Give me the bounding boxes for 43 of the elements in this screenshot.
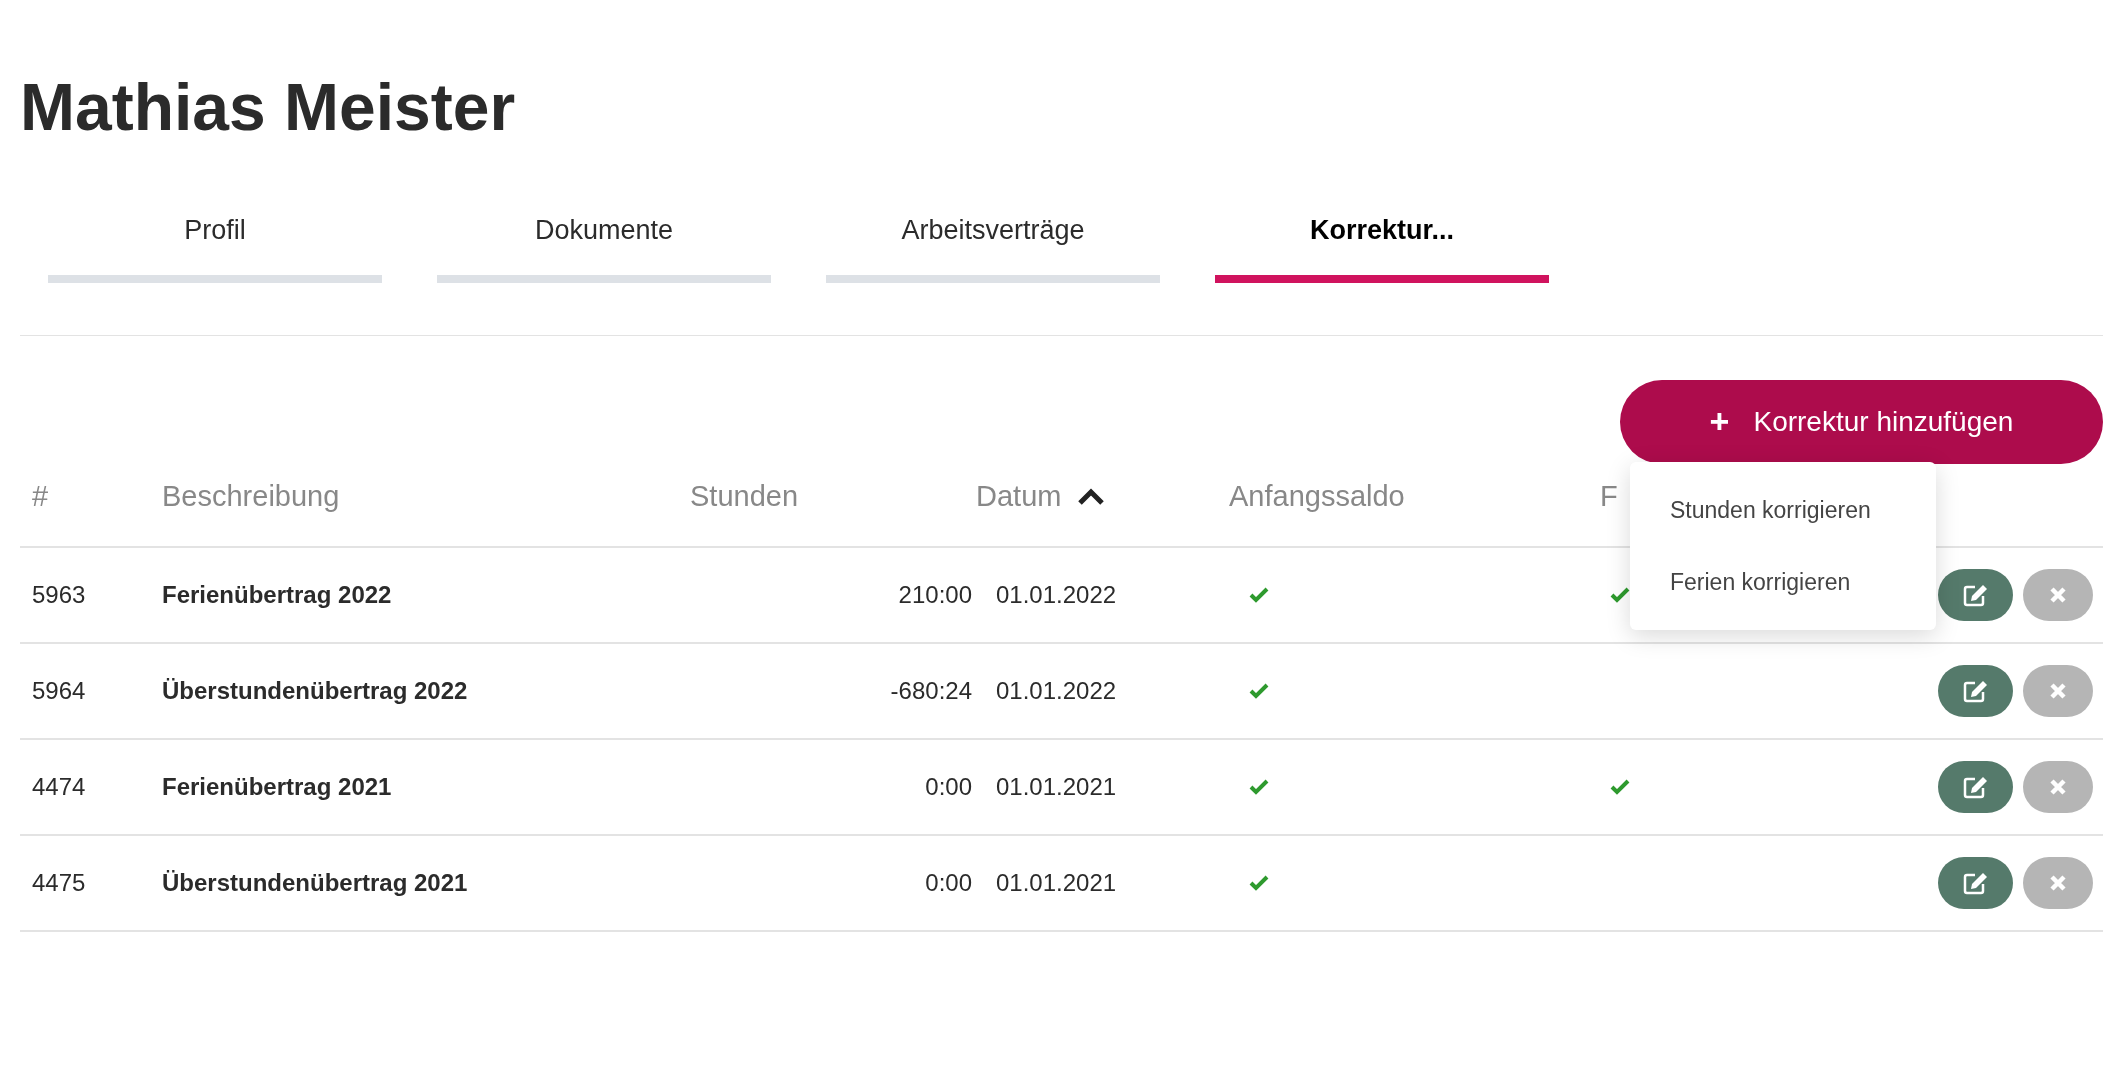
table-cell-text: 4475 bbox=[31, 867, 87, 898]
table-cell-text: 5963 bbox=[31, 579, 87, 610]
edit-icon bbox=[1962, 582, 1989, 607]
edit-icon bbox=[1962, 774, 1989, 799]
column-header: Stunden bbox=[690, 478, 800, 514]
table-cell-text: -680:24 bbox=[890, 675, 972, 706]
menu-item[interactable]: Ferien korrigieren bbox=[1630, 546, 1936, 618]
table-cell-text: Ferienübertrag 2021 bbox=[162, 771, 393, 802]
column-header: Beschreibung bbox=[162, 478, 341, 514]
column-header: F bbox=[1600, 478, 1618, 514]
table-cell-text: 5964 bbox=[31, 675, 87, 706]
edit-button[interactable] bbox=[1938, 760, 2013, 813]
table-cell-text: 0:00 bbox=[925, 771, 972, 802]
menu-item[interactable]: Stunden korrigieren bbox=[1630, 474, 1936, 546]
tab[interactable]: Korrektur... bbox=[1215, 210, 1549, 283]
table-cell-text: Ferienübertrag 2022 bbox=[162, 579, 393, 610]
table-cell-text: 01.01.2022 bbox=[995, 675, 1118, 706]
table-cell-text: Überstundenübertrag 2021 bbox=[162, 867, 469, 898]
edit-icon bbox=[1962, 678, 1989, 703]
table-cell-text: 01.01.2022 bbox=[995, 579, 1118, 610]
close-icon bbox=[2049, 873, 2067, 892]
column-header[interactable]: Datum bbox=[976, 474, 1062, 519]
close-icon bbox=[2049, 585, 2067, 604]
tab[interactable]: Arbeitsverträge bbox=[826, 210, 1160, 283]
edit-button[interactable] bbox=[1938, 664, 2013, 717]
tab[interactable]: Profil bbox=[48, 210, 382, 283]
column-header: Anfangssaldo bbox=[1229, 478, 1406, 514]
tab[interactable]: Dokumente bbox=[437, 210, 771, 283]
table-cell-text: Überstundenübertrag 2022 bbox=[162, 675, 469, 706]
column-header: # bbox=[31, 478, 50, 514]
close-icon bbox=[2049, 681, 2067, 700]
add-correction-button[interactable]: + Korrektur hinzufügen bbox=[1620, 379, 2103, 464]
table-cell-text: 01.01.2021 bbox=[995, 867, 1118, 898]
page-title: Mathias Meister bbox=[20, 74, 517, 140]
edit-button[interactable] bbox=[1938, 856, 2013, 909]
edit-icon bbox=[1962, 870, 1989, 895]
close-icon bbox=[2049, 777, 2067, 796]
table-cell-text: 01.01.2021 bbox=[995, 771, 1118, 802]
plus-icon: + bbox=[1709, 396, 1730, 447]
table-cell-text: 0:00 bbox=[925, 867, 972, 898]
table-cell-text: 4474 bbox=[31, 771, 87, 802]
table-cell-text: 210:00 bbox=[898, 579, 972, 610]
edit-button[interactable] bbox=[1938, 568, 2013, 621]
